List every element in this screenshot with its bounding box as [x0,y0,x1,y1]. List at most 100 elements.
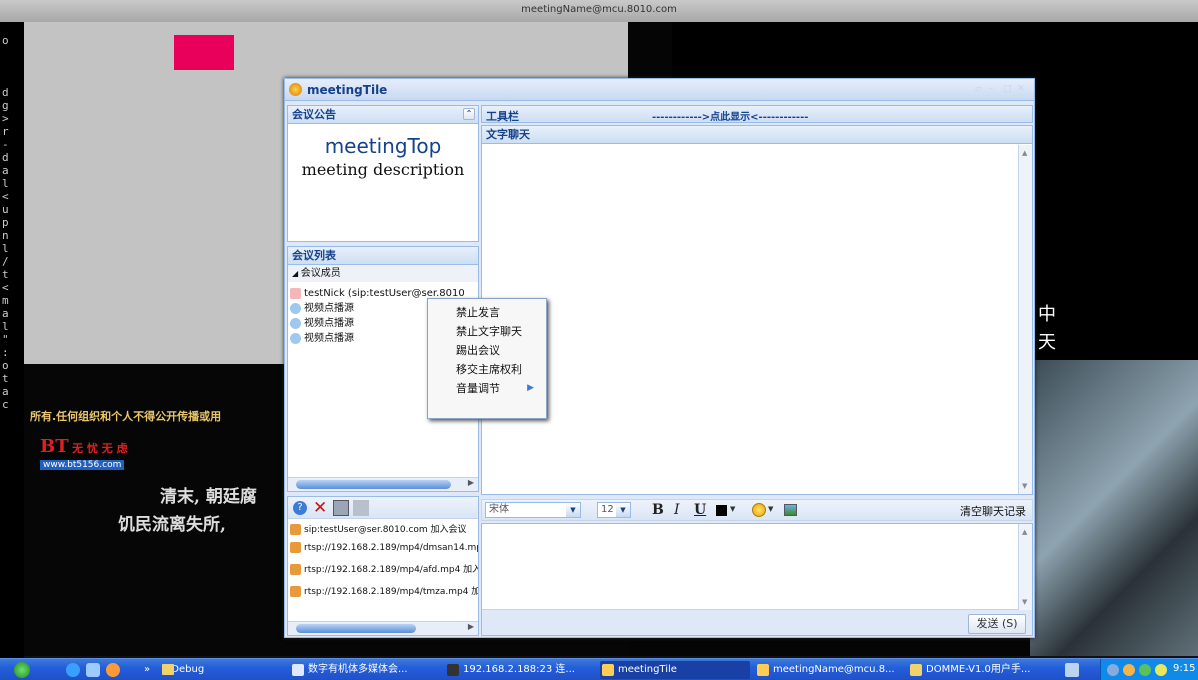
scroll-thumb[interactable] [296,480,451,489]
terminal-char: < [2,190,9,203]
network-icon[interactable] [1107,664,1119,676]
scroll-up-icon[interactable]: ▲ [1022,528,1027,536]
video-ticker-text: 所有.任何组织和个人不得公开传播或用 [30,410,222,423]
scroll-down-icon[interactable]: ▼ [1022,482,1027,490]
font-color-button[interactable] [716,505,727,516]
help-icon[interactable]: ? [293,501,307,515]
terminal-char: l [2,177,9,190]
terminal-char: a [2,164,9,177]
taskbar-item-manual[interactable]: DOMME-V1.0用户手... [908,661,1053,679]
input-vertical-scrollbar[interactable]: ▲ ▼ [1018,524,1032,610]
taskbar-item-telnet[interactable]: 192.168.2.188:23 连... [445,661,595,679]
folder-icon [162,664,174,675]
start-icon[interactable] [14,662,30,678]
log-entry: rtsp://192.168.2.189/mp4/dmsan14.mp [290,539,478,557]
explorer-icon[interactable] [86,663,100,677]
restore-icon[interactable]: ▱ [975,85,985,94]
tray-status-icon[interactable] [1139,664,1151,676]
underline-button[interactable]: U [694,502,706,518]
media-icon[interactable] [106,663,120,677]
submenu-arrow-icon: ▶ [527,383,534,393]
video-source-icon [290,332,301,344]
maximize-icon[interactable]: □ [1003,85,1013,94]
delete-icon[interactable]: ✕ [313,497,327,519]
tray-app-icon[interactable] [1123,664,1135,676]
desktop: meetingName@mcu.8010.com o d g > r - d a l < u p n l /… [0,0,1198,680]
terminal-icon [447,664,459,676]
chevron-down-icon[interactable]: ▼ [566,503,580,517]
taskbar: » Debug 数字有机体多媒体会... 192.168.2.188:23 连.… [0,658,1198,680]
menu-item-kick[interactable]: 踢出会议 [428,341,546,360]
terminal-char [2,47,24,60]
horizontal-scrollbar[interactable]: ▶ [288,477,478,491]
terminal-char: a [2,307,9,320]
remote-title: meetingName@mcu.8010.com [521,4,677,15]
terminal-char: > [2,112,9,125]
app-icon [289,83,302,96]
user-leave-icon[interactable] [353,500,369,516]
log-toolbar: ? ✕ [288,497,478,519]
toolbar-bar[interactable]: 工具栏 ------------>点此显示<------------ [481,105,1033,123]
chat-input[interactable] [482,524,1032,610]
group-members[interactable]: ◢ 会议成员 [288,265,478,282]
collapse-icon[interactable]: ⌃ [463,108,475,120]
clear-chat-button[interactable]: 清空聊天记录 [960,503,1026,519]
terminal-char: o [2,359,9,372]
ie-icon[interactable] [66,663,80,677]
chevron-down-icon[interactable]: ▼ [730,505,735,513]
chat-header: 文字聊天 [482,126,1032,144]
video-glyph: 中 [1038,304,1056,325]
scroll-up-icon[interactable]: ▲ [1022,149,1027,157]
close-icon[interactable]: ✕ [1017,85,1027,94]
menu-item-disable-chat[interactable]: 禁止文字聊天 [428,322,546,341]
taskbar-item-debug[interactable]: » Debug [126,661,216,679]
italic-button[interactable]: I [674,502,680,518]
minimize-icon[interactable]: – [989,85,999,94]
pink-rectangle [174,35,234,70]
menu-item-transfer-chair[interactable]: 移交主席权利 [428,360,546,379]
bold-button[interactable]: B [652,502,664,518]
scroll-down-icon[interactable]: ▼ [1022,598,1027,606]
taskbar-item-meetingtile[interactable]: meetingTile [600,661,750,679]
scroll-right-icon[interactable]: ▶ [468,622,474,631]
document-icon [292,664,304,676]
window-title-bar[interactable]: meetingTile ▱ – □ ✕ [285,79,1034,101]
font-family-select[interactable]: 宋体 ▼ [485,502,581,518]
log-horizontal-scrollbar[interactable]: ▶ [288,621,478,635]
taskbar-item-meetingname[interactable]: meetingName@mcu.8... [755,661,905,679]
terminal-char: a [2,385,9,398]
notice-header: 会议公告 ⌃ [288,106,478,124]
terminal-char: u [2,203,9,216]
member-context-menu: 禁止发言 禁止文字聊天 踢出会议 移交主席权利 音量调节 ▶ [427,298,547,419]
video-glyph: 天 [1038,332,1056,353]
toolbar-show-hint[interactable]: ------------>点此显示<------------ [652,108,808,123]
toolbar-label: 工具栏 [486,110,519,123]
menu-item-volume[interactable]: 音量调节 ▶ [428,379,546,398]
chevron-down-icon[interactable]: ▼ [616,503,630,517]
tray-alert-icon[interactable] [1155,664,1167,676]
emoticon-icon[interactable] [752,503,766,517]
printer-icon[interactable] [1065,663,1079,677]
user-join-icon[interactable] [333,500,349,516]
menu-item-mute[interactable]: 禁止发言 [428,303,546,322]
terminal-char: " [2,333,9,346]
folder-icon [910,664,922,676]
log-entry: rtsp://192.168.2.189/mp4/afd.mp4 加入 [290,557,478,579]
notice-panel: 会议公告 ⌃ meetingTop meeting description [287,105,479,242]
terminal-char: m [2,294,9,307]
meeting-list-header: 会议列表 [288,247,478,265]
font-size-select[interactable]: 12 ▼ [597,502,631,518]
scroll-right-icon[interactable]: ▶ [468,478,474,487]
terminal-char: r [2,125,9,138]
scroll-thumb[interactable] [296,624,416,633]
taskbar-item-doc[interactable]: 数字有机体多媒体会... [290,661,440,679]
send-button[interactable]: 发送 (S) [968,614,1026,634]
terminal-char [2,60,24,73]
image-icon[interactable] [784,504,797,516]
chat-vertical-scrollbar[interactable]: ▲ ▼ [1018,145,1032,494]
terminal-char: d [2,151,9,164]
chevron-down-icon[interactable]: ▼ [768,505,773,513]
video-scene [1030,360,1198,656]
remote-title-bar: meetingName@mcu.8010.com [0,0,1198,22]
terminal-char: d [2,86,9,99]
